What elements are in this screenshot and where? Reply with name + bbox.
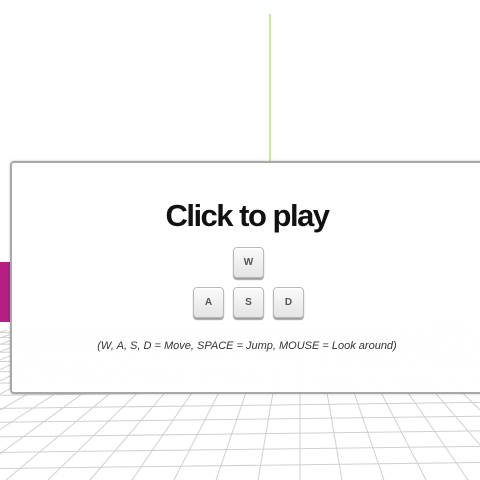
controls-instructions: (W, A, S, D = Move, SPACE = Jump, MOUSE … — [97, 340, 397, 352]
magenta-block — [0, 262, 10, 322]
key-d-icon: D — [273, 287, 304, 318]
click-to-play-overlay[interactable]: Click to play W A S D (W, A, S, D = Move… — [10, 161, 480, 394]
floor-grid-line — [0, 462, 480, 469]
floor-grid-line — [0, 401, 480, 409]
click-to-play-title[interactable]: Click to play — [12, 199, 480, 233]
key-s-icon: S — [233, 287, 264, 318]
floor-grid-line — [0, 415, 480, 423]
floor-grid-line — [0, 445, 480, 453]
key-w-icon: W — [233, 247, 264, 278]
key-a-icon: A — [193, 287, 224, 318]
floor-grid-line — [0, 430, 480, 438]
